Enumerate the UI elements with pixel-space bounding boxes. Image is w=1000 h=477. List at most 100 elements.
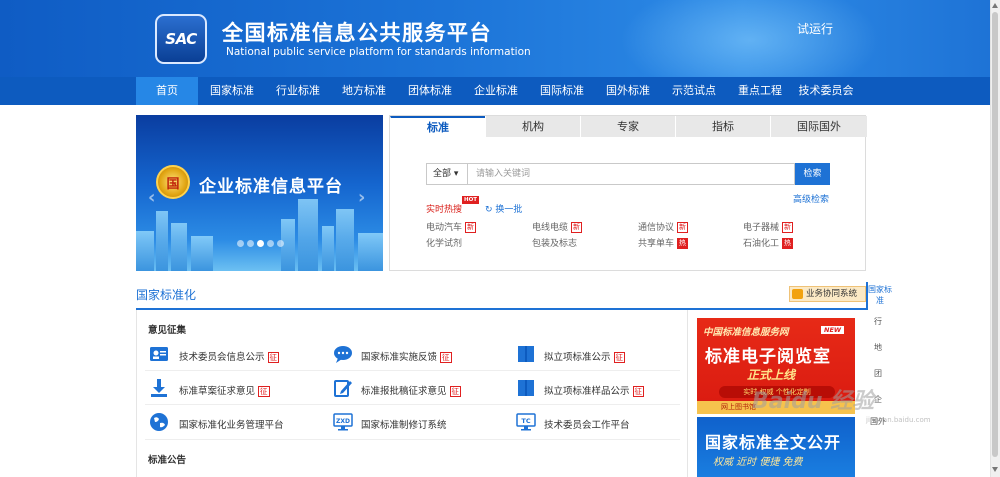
- solicit-badge: 征: [267, 352, 280, 363]
- nav-item-home[interactable]: 首页: [136, 77, 198, 105]
- opinion-item-link[interactable]: 拟立项标准公示征: [544, 349, 626, 363]
- banner-title: 企业标准信息平台: [199, 177, 343, 197]
- hot-keyword[interactable]: 电子器械新: [743, 220, 794, 233]
- solicit-badge: 征: [613, 352, 626, 363]
- hot-keyword[interactable]: 电线电缆新: [532, 220, 583, 233]
- full-text-public-ad[interactable]: 国家标准全文公开 权威 近时 便捷 免费: [697, 417, 855, 477]
- opinion-item-link[interactable]: 技术委员会信息公示征: [179, 349, 280, 363]
- hot-tag-badge: 热: [782, 238, 794, 249]
- hot-keyword[interactable]: 包装及标志: [532, 236, 577, 249]
- new-badge: 新: [465, 222, 477, 233]
- platform-link[interactable]: 技术委员会工作平台: [544, 417, 630, 431]
- hot-keyword[interactable]: 化学试剂: [426, 236, 462, 249]
- nav-item-foreign-standards[interactable]: 国外标准: [597, 77, 659, 105]
- solicit-badge: 征: [632, 386, 645, 397]
- scroll-down-arrow-icon[interactable]: [992, 467, 998, 472]
- chat-bubble-icon: [334, 346, 352, 363]
- opinion-item-link[interactable]: 国家标准实施反馈征: [361, 349, 452, 363]
- tab-indicators[interactable]: 指标: [675, 116, 770, 137]
- ad-header: 中国标准信息服务网: [703, 327, 789, 338]
- site-subtitle: National public service platform for sta…: [226, 46, 531, 58]
- city-building-decoration: [171, 223, 187, 271]
- nav-item-key-projects[interactable]: 重点工程: [729, 77, 791, 105]
- item-label: 技术委员会信息公示: [179, 352, 265, 363]
- nav-item-tech-committee[interactable]: 技术委员会: [793, 77, 859, 105]
- header-glow-decoration: [620, 0, 880, 77]
- banner-carousel[interactable]: 国 企业标准信息平台 ‹ ›: [136, 115, 383, 271]
- carousel-dot[interactable]: [237, 240, 244, 247]
- carousel-dot[interactable]: [277, 240, 284, 247]
- carousel-dot[interactable]: [257, 240, 264, 247]
- nav-item-group-standards[interactable]: 团体标准: [399, 77, 461, 105]
- opinion-item-link[interactable]: 拟立项标准样品公示征: [544, 383, 645, 397]
- platform-link[interactable]: 国家标准制修订系统: [361, 417, 447, 431]
- tab-standards[interactable]: 标准: [390, 116, 485, 139]
- carousel-next-arrow-icon[interactable]: ›: [358, 187, 365, 208]
- search-input[interactable]: [467, 163, 795, 185]
- trial-run-label: 试运行: [797, 22, 834, 36]
- item-label: 标准草案征求意见: [179, 386, 256, 397]
- keyword-text: 化学试剂: [426, 239, 463, 249]
- search-button[interactable]: 检索: [795, 163, 830, 185]
- keyword-text: 电线电缆: [532, 223, 569, 233]
- paper-plane-icon: [792, 289, 803, 299]
- hot-tag-badge: 热: [677, 238, 689, 249]
- nav-item-enterprise-standards[interactable]: 企业标准: [465, 77, 527, 105]
- refresh-label: 换一批: [495, 205, 523, 215]
- solicit-badge: 征: [440, 352, 452, 363]
- side-tab-group[interactable]: 团: [866, 368, 890, 379]
- nav-item-national-standards[interactable]: 国家标准: [201, 77, 263, 105]
- standard-notices-heading: 标准公告: [148, 455, 187, 466]
- city-building-decoration: [336, 209, 354, 271]
- sac-logo[interactable]: SAC: [155, 14, 207, 64]
- opinion-item-link[interactable]: 标准报批稿征求意见征: [361, 383, 462, 397]
- download-icon: [151, 379, 167, 397]
- carousel-prev-arrow-icon[interactable]: ‹: [148, 187, 155, 208]
- hot-search-label: 实时热搜: [426, 205, 463, 215]
- scrollbar-thumb[interactable]: [992, 12, 998, 457]
- section-title: 国家标准化: [136, 288, 197, 302]
- hot-badge: HOT: [462, 196, 480, 204]
- refresh-keywords-link[interactable]: ↻ 换一批: [485, 202, 522, 215]
- scroll-up-arrow-icon[interactable]: [992, 3, 998, 8]
- solicit-badge: 征: [449, 386, 462, 397]
- advanced-search-link[interactable]: 高级检索: [793, 192, 829, 205]
- book-icon: [518, 380, 534, 396]
- keyword-text: 通信协议: [638, 223, 675, 233]
- main-nav: 首页 国家标准 行业标准 地方标准 团体标准 企业标准 国际标准 国外标准 示范…: [0, 77, 990, 105]
- carousel-dot[interactable]: [247, 240, 254, 247]
- opinion-collection-heading: 意见征集: [148, 325, 187, 336]
- tab-institutions[interactable]: 机构: [485, 116, 580, 137]
- city-building-decoration: [136, 231, 154, 271]
- new-badge: 新: [571, 222, 583, 233]
- tc-monitor-icon: TC: [516, 413, 536, 431]
- platform-link[interactable]: 国家标准化业务管理平台: [179, 417, 284, 431]
- city-building-decoration: [298, 199, 318, 271]
- refresh-icon: ↻: [485, 205, 493, 215]
- nav-item-pilot-demo[interactable]: 示范试点: [663, 77, 725, 105]
- hot-keyword[interactable]: 电动汽车新: [426, 220, 477, 233]
- carousel-dot[interactable]: [267, 240, 274, 247]
- nav-item-local-standards[interactable]: 地方标准: [333, 77, 395, 105]
- tab-experts[interactable]: 专家: [580, 116, 675, 137]
- item-label: 拟立项标准公示: [544, 352, 611, 363]
- ad-subtitle: 正式上线: [747, 368, 796, 382]
- search-scope-select[interactable]: 全部 ▾: [426, 163, 468, 185]
- hot-keyword[interactable]: 石油化工热: [743, 236, 794, 249]
- keyword-text: 共享单车: [638, 239, 675, 249]
- row-divider: [145, 370, 680, 371]
- nav-item-international-standards[interactable]: 国际标准: [531, 77, 593, 105]
- hot-keyword[interactable]: 通信协议新: [638, 220, 689, 233]
- svg-text:ZXD: ZXD: [336, 418, 350, 425]
- tab-international[interactable]: 国际国外: [770, 116, 867, 137]
- side-tab-industry[interactable]: 行: [866, 316, 890, 327]
- edit-icon: [334, 380, 352, 397]
- zxd-monitor-icon: ZXD: [333, 413, 353, 431]
- side-tab-local[interactable]: 地: [866, 342, 890, 353]
- ad-title: 标准电子阅览室: [705, 347, 831, 367]
- new-badge: NEW: [821, 326, 845, 334]
- opinion-item-link[interactable]: 标准草案征求意见征: [179, 383, 270, 397]
- side-tab-national[interactable]: 国家标准: [866, 282, 892, 310]
- hot-keyword[interactable]: 共享单车热: [638, 236, 689, 249]
- nav-item-industry-standards[interactable]: 行业标准: [267, 77, 329, 105]
